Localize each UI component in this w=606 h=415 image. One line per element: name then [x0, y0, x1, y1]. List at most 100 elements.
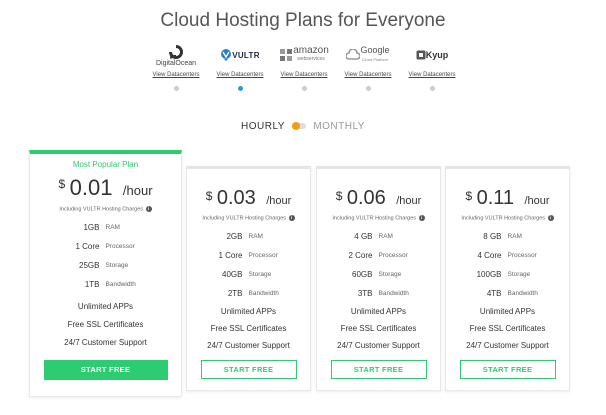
- spec-value: 1 Core: [75, 242, 100, 252]
- charges-note: Including VULTR Hosting Charges i: [187, 215, 310, 221]
- billing-switch[interactable]: [292, 122, 307, 131]
- feature-item: 24/7 Customer Support: [207, 341, 290, 351]
- provider-name: DigitalOcean: [155, 59, 197, 67]
- vultr-logo: VULTR: [209, 40, 271, 70]
- provider-selector: DigitalOcean View Datacenters VULTR View…: [145, 40, 465, 100]
- charges-text: Including VULTR Hosting Charges: [202, 215, 287, 222]
- price-amount: 0.03: [216, 187, 256, 209]
- provider-vultr[interactable]: VULTR View Datacenters: [209, 40, 271, 91]
- plan-price: $ 0.11 /hour: [446, 187, 569, 210]
- provider-amazon[interactable]: amazon webservices View Datacenters: [273, 40, 335, 91]
- spec-value: 4 GB: [354, 232, 373, 242]
- start-free-button[interactable]: START FREE: [200, 360, 297, 380]
- carousel-dot[interactable]: [301, 86, 307, 91]
- spec-unit: Storage: [507, 271, 531, 279]
- digitalocean-icon: [169, 44, 183, 59]
- provider-google[interactable]: Google Cloud Platform View Datacenters: [337, 40, 399, 91]
- provider-name: Google: [360, 45, 390, 55]
- spec-unit: RAM: [507, 233, 522, 241]
- spec-row: 100GB Storage: [446, 265, 569, 284]
- feature-item: Free SSL Certificates: [210, 324, 287, 334]
- spec-unit: RAM: [105, 224, 120, 232]
- charges-text: Including VULTR Hosting Charges: [332, 215, 417, 222]
- charges-note: Including VULTR Hosting Charges i: [446, 215, 569, 221]
- spec-unit: Bandwidth: [105, 281, 136, 289]
- info-icon[interactable]: i: [547, 215, 554, 221]
- feature-item: Free SSL Certificates: [67, 320, 144, 330]
- price-amount: 0.06: [346, 187, 386, 209]
- spec-unit: Processor: [248, 252, 278, 260]
- spec-row: 1 Core Processor: [30, 237, 181, 256]
- feature-item: Unlimited APPs: [350, 307, 407, 317]
- spec-row: 3TB Bandwidth: [317, 284, 440, 303]
- provider-kyup[interactable]: Kyup View Datacenters: [401, 40, 463, 91]
- carousel-dot[interactable]: [173, 86, 179, 91]
- carousel-dot[interactable]: [365, 86, 371, 91]
- spec-row: 25GB Storage: [30, 256, 181, 275]
- spec-unit: Storage: [248, 271, 272, 279]
- spec-row: 2GB RAM: [187, 227, 310, 246]
- hourly-label[interactable]: HOURLY: [241, 121, 285, 132]
- google-logo: Google Cloud Platform: [337, 40, 399, 70]
- currency-symbol: $: [335, 189, 343, 203]
- carousel-dot-active[interactable]: [237, 86, 243, 91]
- start-free-button[interactable]: START FREE: [330, 360, 427, 380]
- spec-unit: Bandwidth: [507, 290, 538, 298]
- price-amount: 0.11: [476, 187, 515, 209]
- spec-unit: Processor: [105, 243, 135, 251]
- spec-value: 1TB: [84, 280, 100, 290]
- plan-price: $ 0.06 /hour: [317, 187, 440, 210]
- spec-row: 4TB Bandwidth: [446, 284, 569, 303]
- spec-unit: RAM: [378, 233, 393, 241]
- spec-row: 40GB Storage: [187, 265, 310, 284]
- start-free-button[interactable]: START FREE: [43, 360, 168, 381]
- info-icon[interactable]: i: [145, 206, 152, 212]
- plan-price: $ 0.03 /hour: [187, 187, 310, 210]
- plan-specs: 2GB RAM 1 Core Processor 40GB Storage 2TB Ba…: [187, 227, 310, 303]
- currency-symbol: $: [205, 189, 213, 203]
- feature-item: Unlimited APPs: [479, 307, 536, 317]
- price-period: /hour: [266, 195, 292, 207]
- spec-unit: Processor: [378, 252, 408, 260]
- kyup-logo: Kyup: [401, 40, 463, 70]
- switch-knob: [292, 122, 301, 131]
- spec-value: 4 Core: [477, 251, 502, 261]
- view-datacenters-link[interactable]: View Datacenters: [337, 72, 399, 78]
- spec-value: 60GB: [352, 270, 373, 280]
- spec-value: 4TB: [486, 289, 502, 299]
- price-period: /hour: [524, 195, 550, 207]
- spec-value: 3TB: [357, 289, 373, 299]
- spec-row: 1GB RAM: [30, 218, 181, 237]
- feature-item: 24/7 Customer Support: [466, 341, 549, 351]
- start-free-button[interactable]: START FREE: [459, 360, 556, 380]
- spec-row: 60GB Storage: [317, 265, 440, 284]
- view-datacenters-link[interactable]: View Datacenters: [273, 72, 335, 78]
- spec-value: 1GB: [83, 223, 100, 233]
- vultr-icon: [221, 49, 232, 61]
- feature-item: Free SSL Certificates: [340, 324, 417, 334]
- page-title: Cloud Hosting Plans for Everyone: [160, 10, 446, 31]
- charges-note: Including VULTR Hosting Charges i: [30, 206, 181, 212]
- billing-toggle: HOURLY MONTHLY: [0, 121, 606, 132]
- view-datacenters-link[interactable]: View Datacenters: [145, 72, 207, 78]
- spec-value: 25GB: [79, 261, 100, 271]
- view-datacenters-link[interactable]: View Datacenters: [209, 72, 271, 78]
- provider-digitalocean[interactable]: DigitalOcean View Datacenters: [145, 40, 207, 91]
- plan-price: $ 0.01 /hour: [30, 175, 181, 201]
- plan-card: $ 0.06 /hour Including VULTR Hosting Cha…: [316, 166, 441, 391]
- carousel-dot[interactable]: [429, 86, 435, 91]
- spec-row: 4 GB RAM: [317, 227, 440, 246]
- provider-name: VULTR: [232, 50, 260, 60]
- info-icon[interactable]: i: [288, 215, 295, 221]
- view-datacenters-link[interactable]: View Datacenters: [401, 72, 463, 78]
- price-amount: 0.01: [69, 175, 113, 200]
- spec-unit: Bandwidth: [248, 290, 279, 298]
- spec-unit: RAM: [248, 233, 263, 241]
- info-icon[interactable]: i: [418, 215, 425, 221]
- plan-specs: 4 GB RAM 2 Core Processor 60GB Storage 3TB B…: [317, 227, 440, 303]
- provider-name: Kyup: [425, 50, 449, 60]
- spec-row: 1 Core Processor: [187, 246, 310, 265]
- kyup-icon: [416, 50, 426, 60]
- monthly-label[interactable]: MONTHLY: [313, 121, 365, 132]
- charges-note: Including VULTR Hosting Charges i: [317, 215, 440, 221]
